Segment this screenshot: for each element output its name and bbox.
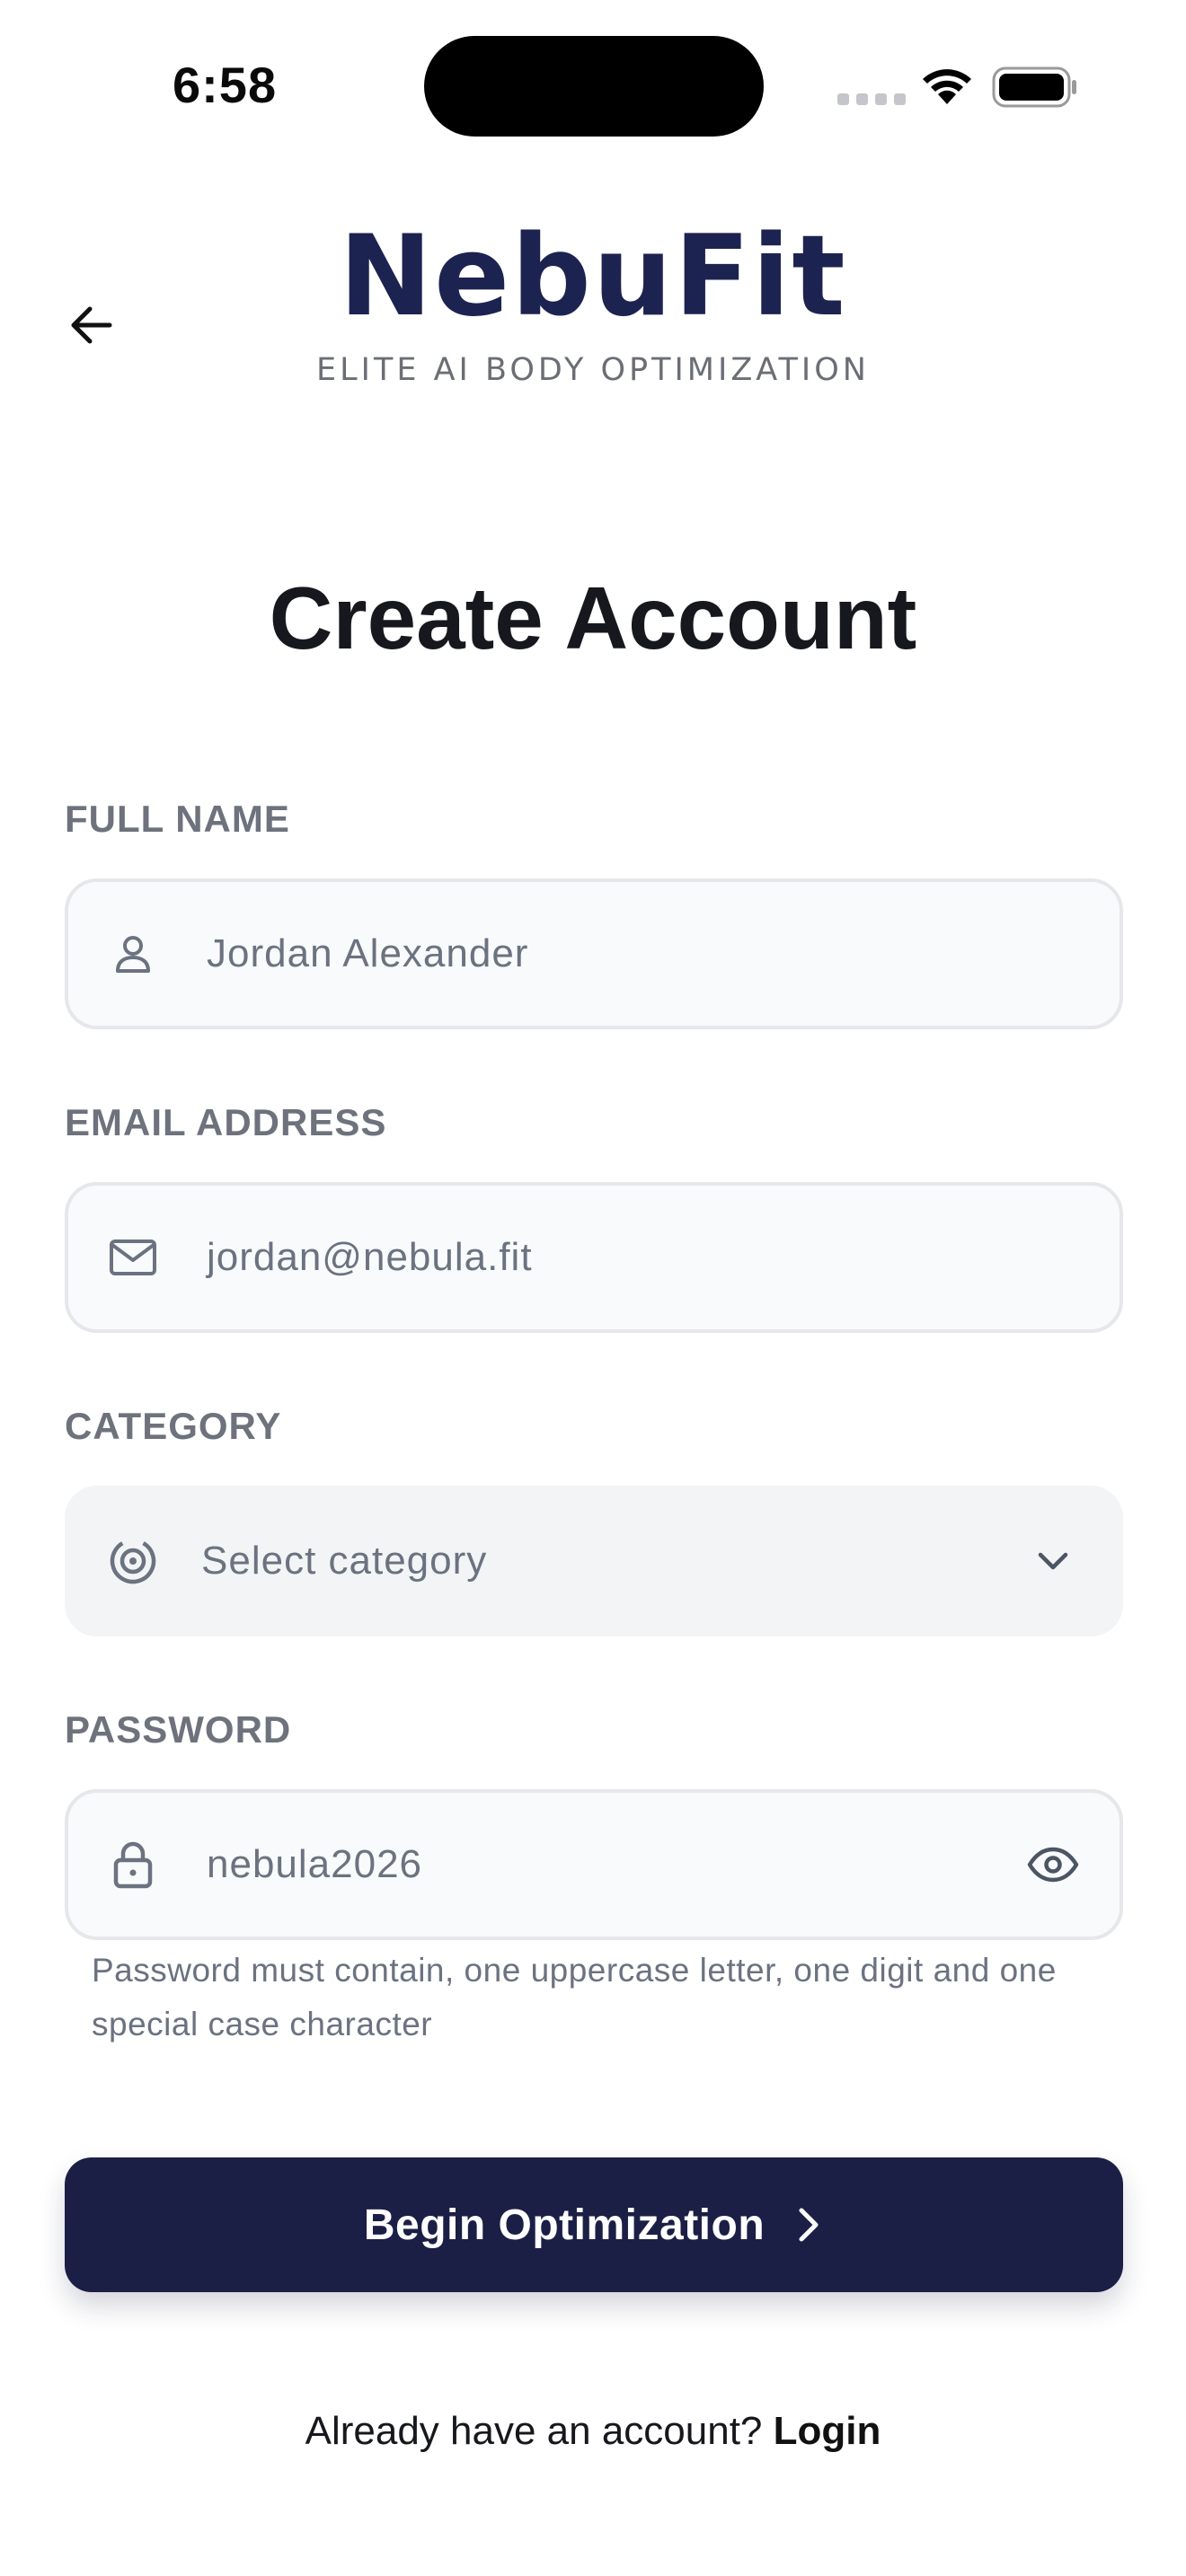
- wifi-icon: [923, 69, 971, 104]
- password-value: nebula2026: [207, 1842, 423, 1886]
- begin-optimization-button[interactable]: Begin Optimization: [65, 2157, 1123, 2292]
- create-account-screen: 6:58 NebuFit ELITE AI BODY OPTIMIZATION …: [0, 0, 1186, 2576]
- begin-optimization-label: Begin Optimization: [363, 2201, 766, 2249]
- chevron-down-icon: [1024, 1532, 1082, 1590]
- cellular-signal-icon: [837, 93, 906, 105]
- full-name-value: Jordan Alexander: [207, 931, 529, 975]
- full-name-label: FULL NAME: [65, 798, 290, 840]
- full-name-input[interactable]: Jordan Alexander: [65, 878, 1123, 1029]
- battery-icon: [992, 66, 1076, 108]
- status-time: 6:58: [173, 57, 278, 113]
- email-value: jordan@nebula.fit: [207, 1235, 533, 1279]
- person-icon: [106, 927, 160, 981]
- category-placeholder: Select category: [201, 1539, 488, 1583]
- chevron-right-icon: [799, 2208, 819, 2242]
- category-label: CATEGORY: [65, 1405, 282, 1447]
- eye-icon[interactable]: [1024, 1836, 1082, 1893]
- login-prompt-row: Already have an account? Login: [0, 2409, 1186, 2454]
- target-icon: [106, 1534, 160, 1588]
- mail-icon: [106, 1231, 160, 1284]
- brand-logo: NebuFit: [339, 212, 847, 341]
- login-link[interactable]: Login: [774, 2409, 881, 2453]
- lock-icon: [106, 1838, 160, 1892]
- password-label: PASSWORD: [65, 1708, 292, 1751]
- page-title: Create Account: [269, 569, 917, 667]
- password-input[interactable]: nebula2026: [65, 1789, 1123, 1940]
- email-label: EMAIL ADDRESS: [65, 1101, 387, 1143]
- password-hint: Password must contain, one uppercase let…: [92, 1952, 1057, 2042]
- login-prompt-text: Already have an account?: [305, 2409, 763, 2453]
- brand-tagline: ELITE AI BODY OPTIMIZATION: [316, 352, 870, 388]
- email-input[interactable]: jordan@nebula.fit: [65, 1182, 1123, 1333]
- dynamic-island: [424, 36, 764, 137]
- category-select[interactable]: Select category: [65, 1486, 1123, 1636]
